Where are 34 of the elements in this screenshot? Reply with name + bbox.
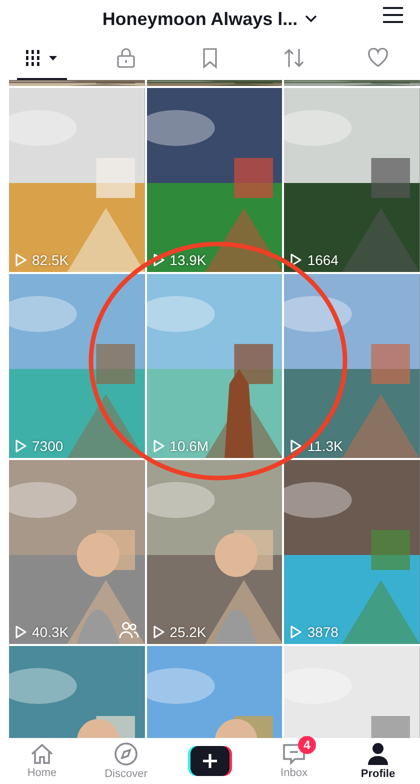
play-icon: [290, 253, 302, 267]
play-icon: [15, 625, 27, 639]
view-count: 3878: [307, 624, 338, 640]
create-button[interactable]: [188, 746, 232, 776]
nav-tab[interactable]: Discover: [84, 742, 168, 780]
play-icon: [152, 625, 165, 639]
menu-button[interactable]: [382, 6, 404, 24]
home-icon: [30, 743, 54, 765]
nav-tab[interactable]: Profile: [336, 742, 420, 780]
repost-icon: [283, 47, 305, 69]
compass-icon: [114, 742, 138, 766]
view-count: 25.2K: [170, 624, 206, 640]
person-icon: [367, 742, 389, 766]
bookmark-icon: [202, 47, 218, 69]
grid-icon: [24, 48, 60, 68]
account-title: Honeymoon Always l...: [102, 8, 298, 30]
heart-icon: [367, 48, 389, 68]
view-count: 10.6M: [170, 438, 209, 454]
view-count: 82.5K: [32, 252, 69, 268]
nav-tab[interactable]: Home: [0, 743, 84, 779]
play-icon: [290, 625, 302, 639]
play-icon: [152, 253, 165, 267]
chevron-down-icon[interactable]: [304, 14, 318, 24]
view-count: 13.9K: [170, 252, 206, 268]
play-icon: [290, 439, 302, 453]
view-count: 1664: [307, 252, 338, 268]
play-icon: [15, 253, 27, 267]
view-count: 11.3K: [307, 438, 343, 454]
play-icon: [15, 439, 27, 453]
view-count: 40.3K: [32, 624, 69, 640]
play-icon: [152, 439, 165, 453]
lock-icon: [116, 47, 136, 69]
view-count: 7300: [32, 438, 64, 454]
notification-badge: 4: [298, 736, 316, 754]
